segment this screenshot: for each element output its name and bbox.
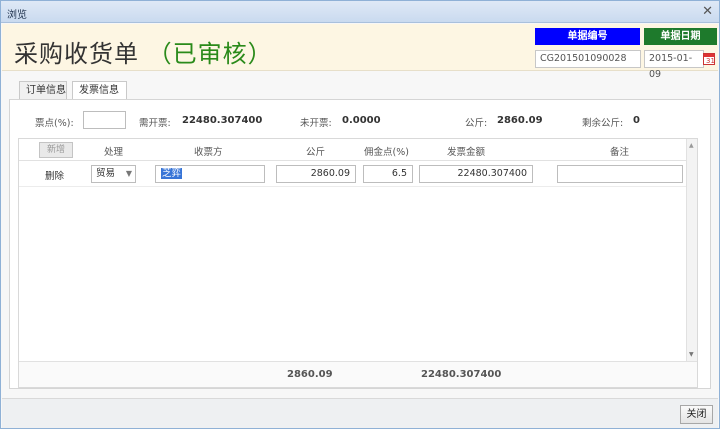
scroll-down-icon[interactable]: ▼	[689, 351, 694, 358]
delete-row-link[interactable]: 删除	[45, 168, 64, 182]
ticket-pct-input[interactable]	[83, 111, 126, 129]
window-title: 浏览	[7, 10, 27, 21]
commission-input[interactable]: 6.5	[363, 165, 413, 183]
not-invoiced-value: 0.0000	[342, 115, 381, 126]
invoice-summary: 票点(%): 需开票: 22480.307400 未开票: 0.0000 公斤:…	[10, 110, 710, 130]
need-invoice-value: 22480.307400	[182, 115, 263, 126]
dialog-footer: 关闭	[2, 398, 718, 428]
not-invoiced-label: 未开票:	[300, 118, 332, 129]
doc-date-label: 单据日期	[644, 28, 717, 45]
doc-date-field[interactable]: 2015-01-09	[644, 50, 704, 80]
grid-footer: 2860.09 22480.307400	[19, 361, 697, 387]
payee-input[interactable]: 芝弈	[155, 165, 265, 183]
col-commission: 佣金点(%)	[364, 147, 409, 158]
title-bar: 浏览 ✕	[1, 1, 719, 23]
remaining-kg-value: 0	[633, 115, 640, 126]
tab-order-info[interactable]: 订单信息	[19, 81, 67, 100]
payee-value: 芝弈	[161, 168, 183, 179]
close-icon[interactable]: ✕	[702, 4, 713, 19]
close-button[interactable]: 关闭	[680, 405, 713, 424]
col-action: 处理	[104, 147, 124, 158]
scroll-up-icon[interactable]: ▲	[689, 142, 694, 149]
type-select-value: 贸易	[96, 168, 116, 179]
browse-dialog: 浏览 ✕ 采购收货单 （已审核） 单据编号 单据日期 CG20150109002…	[0, 0, 720, 429]
table-row: 删除 贸易 ▼ 芝弈 2860.09 6.5 22480.307400	[19, 161, 687, 187]
amount-input[interactable]: 22480.307400	[419, 165, 533, 183]
ticket-pct-label: 票点(%):	[35, 118, 74, 129]
footer-amount-total: 22480.307400	[421, 369, 502, 380]
need-invoice-label: 需开票:	[139, 118, 171, 129]
chevron-down-icon: ▼	[125, 169, 132, 178]
type-select[interactable]: 贸易 ▼	[91, 165, 136, 183]
remaining-kg-label: 剩余公斤:	[582, 118, 624, 129]
kg-input[interactable]: 2860.09	[276, 165, 356, 183]
grid-scrollbar[interactable]: ▲ ▼	[686, 139, 697, 361]
grid-header: 新增 处理 收票方 公斤 佣金点(%) 发票金额 备注	[19, 139, 687, 161]
col-note: 备注	[610, 147, 630, 158]
footer-kg-total: 2860.09	[287, 369, 333, 380]
kg-label: 公斤:	[465, 118, 488, 129]
calendar-icon[interactable]: 31	[703, 53, 715, 65]
document-type: 采购收货单	[14, 40, 139, 68]
invoice-grid: 新增 处理 收票方 公斤 佣金点(%) 发票金额 备注 删除 贸易 ▼ 芝弈 2…	[18, 138, 698, 388]
col-payee: 收票方	[194, 147, 223, 158]
kg-value: 2860.09	[497, 115, 543, 126]
calendar-day: 31	[706, 57, 715, 65]
tab-invoice-info[interactable]: 发票信息	[72, 81, 127, 101]
doc-no-label: 单据编号	[535, 28, 640, 45]
page-title: 采购收货单 （已审核）	[14, 34, 273, 69]
document-header: 采购收货单 （已审核） 单据编号 单据日期 CG201501090028 201…	[2, 24, 718, 80]
status-badge: （已审核）	[147, 40, 273, 68]
doc-no-field[interactable]: CG201501090028	[535, 50, 641, 68]
add-row-button[interactable]: 新增	[39, 142, 73, 158]
note-input[interactable]	[557, 165, 683, 183]
col-kg: 公斤	[306, 147, 326, 158]
col-amount: 发票金额	[447, 147, 486, 158]
invoice-panel: 票点(%): 需开票: 22480.307400 未开票: 0.0000 公斤:…	[9, 99, 711, 389]
